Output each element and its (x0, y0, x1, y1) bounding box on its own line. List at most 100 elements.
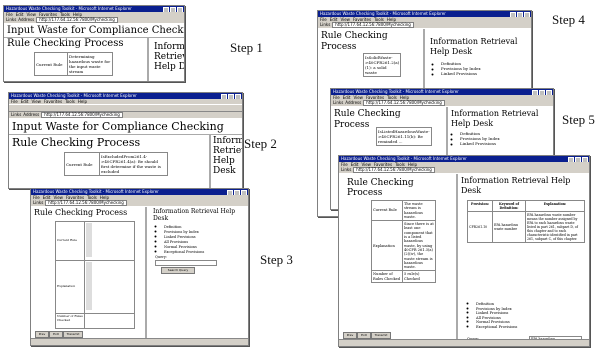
table-row: Current Rule Determining hazardous waste… (34, 52, 113, 76)
table-header-keyword: Keyword of Definition: (492, 200, 526, 212)
maximize-icon[interactable] (170, 7, 176, 12)
link-linked-provisions[interactable]: Linked Provisions (441, 71, 481, 76)
rules-checked-label: Number of Rules Checked (371, 270, 403, 284)
links-label[interactable]: Links (333, 100, 343, 106)
close-icon[interactable] (546, 90, 552, 95)
address-bar: Links Address http://177.64.12.56:7800/M… (331, 100, 553, 106)
info-links: Definition Provisions by Index Linked Pr… (432, 61, 481, 76)
window-titlebar[interactable]: Hazardous Waste Checking Toolkit - Micro… (318, 11, 531, 17)
minimize-icon[interactable] (568, 157, 574, 162)
minimize-icon[interactable] (532, 90, 538, 95)
frame-divider[interactable] (147, 38, 149, 81)
address-bar: Links http://177.64.12.56:7800/Mycheckin… (318, 22, 531, 28)
maximize-icon[interactable] (234, 190, 240, 195)
links-label[interactable]: Links (11, 112, 21, 118)
address-bar: Links Address http://177.64.12.56:7800/M… (9, 112, 242, 118)
minimize-icon[interactable] (510, 12, 516, 17)
current-rule-text: IsListedHazardousWaste->40CFR261.11(b): … (376, 127, 432, 146)
minimize-icon[interactable] (221, 94, 227, 99)
window-titlebar[interactable]: Hazardous Waste Checking Toolkit - Micro… (4, 6, 184, 12)
rule-table: Current Rule IsExcludedFrom261.4->40CFR2… (64, 152, 168, 176)
address-label: Address (18, 17, 35, 22)
url-field[interactable]: http://177.64.12.56:7800/Mychecking (36, 17, 118, 23)
window-titlebar[interactable]: Hazardous Waste Checking Toolkit - Micro… (331, 89, 553, 95)
close-icon[interactable] (177, 7, 183, 12)
close-icon[interactable] (524, 12, 530, 17)
prev-button[interactable]: Prev (35, 331, 49, 338)
menu-tools[interactable]: Tools (65, 99, 75, 104)
menu-edit[interactable]: Edit (21, 99, 29, 104)
links-label[interactable]: Links (320, 22, 330, 28)
cell-provision[interactable]: CFR261.10 (467, 211, 493, 243)
maximize-icon[interactable] (539, 90, 545, 95)
search-query-button[interactable]: Search Query (161, 267, 195, 274)
table-row: Current Rule The waste stream is hazardo… (371, 199, 436, 222)
frame-divider[interactable] (145, 207, 147, 338)
transmit-button[interactable]: Transmit (371, 332, 391, 339)
link-exceptional-provisions[interactable]: Exceptional Provisions (164, 250, 204, 255)
page-heading: Input Waste for Compliance Checking (12, 120, 224, 133)
table-header-explanation: Explanation: (525, 200, 585, 212)
window-titlebar[interactable]: Hazardous Waste Checking Toolkit - Micro… (339, 156, 589, 162)
page-content: Input Waste for Compliance Checking Rule… (9, 119, 242, 188)
url-field[interactable]: http://177.64.12.56:7800/Mychecking (353, 167, 435, 173)
query-input[interactable] (155, 260, 217, 266)
menu-view[interactable]: View (31, 99, 41, 104)
menu-file[interactable]: File (11, 99, 18, 104)
address-bar: Links http://177.64.12.56:7800/Mycheckin… (339, 167, 589, 173)
transmit-button[interactable]: Transmit (63, 331, 83, 338)
current-rule-text: The waste stream is hazardous waste. (402, 199, 436, 222)
close-icon[interactable] (582, 157, 588, 162)
window-controls (227, 190, 247, 195)
window-controls (221, 94, 241, 99)
frame-divider[interactable] (209, 135, 211, 188)
links-label[interactable]: Links (341, 167, 351, 173)
prev-button[interactable]: Prev (343, 332, 357, 339)
info-links: Definition Provisions by Index Linked Pr… (467, 302, 517, 329)
link-exceptional-provisions[interactable]: Exceptional Provisions (476, 325, 517, 330)
links-label[interactable]: Links (33, 200, 43, 206)
url-field[interactable]: http://177.64.12.56:7800/Mychecking (45, 200, 127, 206)
exit-button[interactable]: Exit (49, 331, 63, 338)
maximize-icon[interactable] (575, 157, 581, 162)
close-icon[interactable] (241, 190, 247, 195)
frame-divider[interactable] (456, 174, 458, 339)
info-heading: Information Retrieval Help Desk (154, 42, 185, 72)
current-rule-label: Current Rule (371, 199, 403, 222)
rule-heading: Rule Checking Process (12, 136, 141, 149)
url-field[interactable]: http://177.64.12.56:7800/Mychecking (41, 112, 123, 118)
exit-button[interactable]: Exit (357, 332, 371, 339)
browser-window-step6: Hazardous Waste Checking Toolkit - Micro… (338, 155, 590, 347)
rules-checked-value (84, 313, 135, 329)
table-row: Number of Rules Checked (55, 313, 135, 329)
explanation-label: Explanation (371, 220, 403, 272)
window-titlebar[interactable]: Hazardous Waste Checking Toolkit - Micro… (9, 93, 242, 99)
links-label[interactable]: Links (6, 17, 16, 23)
info-heading: Information Retrieval Help Desk (451, 109, 539, 128)
menu-help[interactable]: Help (78, 99, 87, 104)
link-linked-provisions[interactable]: Linked Provisions (460, 141, 500, 146)
table-row: Current Rule IsExcludedFrom261.4->40CFR2… (64, 152, 168, 176)
url-field[interactable]: http://177.64.12.56:7800/Mychecking (363, 100, 445, 106)
table-row: Explanation (55, 260, 135, 314)
frame-divider (9, 134, 242, 135)
close-icon[interactable] (235, 94, 241, 99)
minimize-icon[interactable] (227, 190, 233, 195)
toolbar (9, 104, 242, 112)
rule-table: Current Rule Explanation Number of Rules… (55, 221, 135, 329)
step-label: Step 3 (260, 252, 293, 267)
window-controls (532, 90, 552, 95)
minimize-icon[interactable] (163, 7, 169, 12)
rule-heading: Rule Checking Process (347, 178, 414, 198)
page-heading: Input Waste for Compliance Checking (7, 25, 185, 36)
menu-favorites[interactable]: Favorites (44, 99, 62, 104)
window-titlebar[interactable]: Hazardous Waste Checking Toolkit - Micro… (31, 189, 248, 195)
rule-table: IsListedHazardousWaste->40CFR261.11(b): … (376, 127, 432, 146)
current-rule-text: Determining hazardous waste for the inpu… (67, 52, 113, 76)
step-label: Step 4 (552, 12, 585, 27)
maximize-icon[interactable] (228, 94, 234, 99)
maximize-icon[interactable] (517, 12, 523, 17)
cell-keyword: EPA hazardous waste number (492, 211, 526, 243)
table-row: Number of Rules Checked 5 rule(s) Checke… (371, 270, 436, 284)
url-field[interactable]: http://177.64.12.56:7800/Mychecking (332, 22, 414, 28)
